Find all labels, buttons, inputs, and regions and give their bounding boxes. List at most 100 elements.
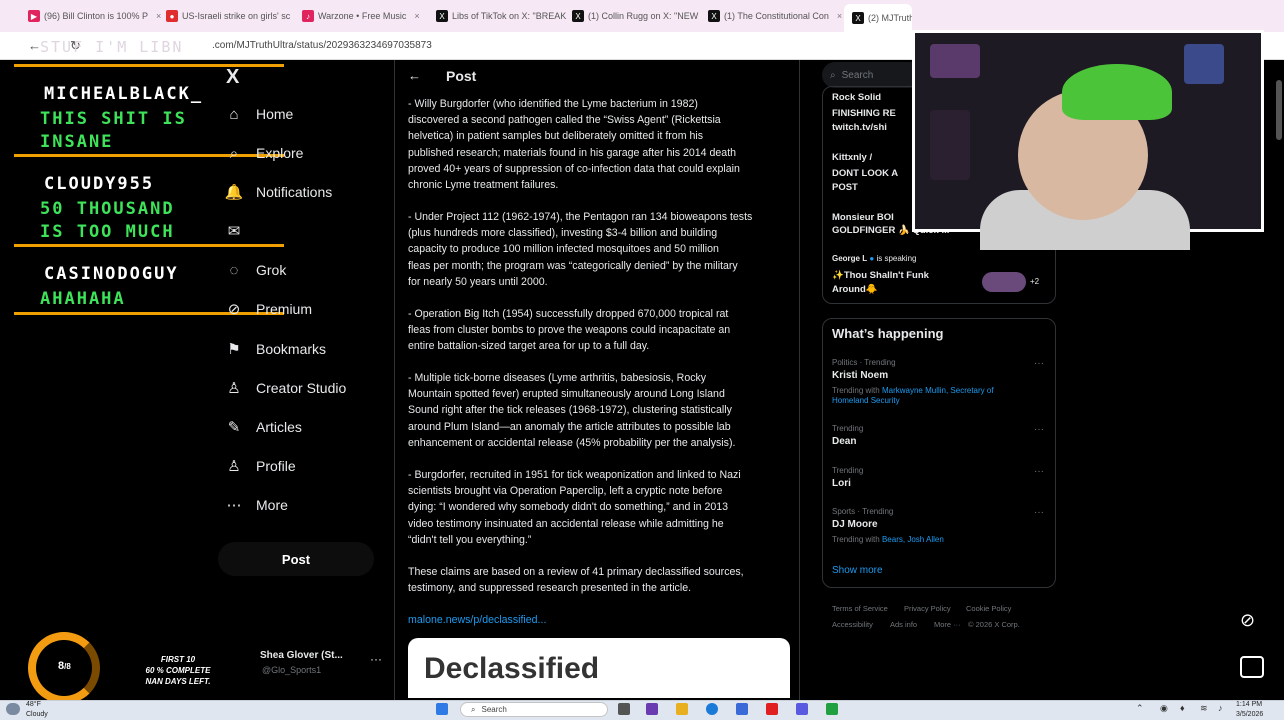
post-line: testimony, and suppressed research prese… [408, 582, 692, 595]
footer-copyright: © 2026 X Corp. [968, 620, 1020, 629]
chat-username: CLOUDY955 [44, 174, 155, 194]
browser-tab[interactable]: ▶ (96) Bill Clinton is 100% P × [28, 6, 168, 26]
account-more-icon[interactable]: ··· [370, 652, 382, 666]
post-line: “didn't tell you everything.” [408, 533, 532, 546]
nav-item[interactable]: ◌ Grok [226, 261, 287, 279]
file-explorer-icon[interactable] [676, 703, 688, 715]
webcam-background-chair [930, 110, 970, 180]
windows-start-icon[interactable] [436, 703, 448, 715]
browser-tab-active[interactable]: X (2) MJTruth [844, 4, 912, 32]
task-view-icon[interactable] [618, 703, 630, 715]
article-link[interactable]: malone.news/p/declassified... [408, 614, 546, 626]
tray-chevron-icon[interactable]: ⌃ [1136, 703, 1144, 714]
browser-tab[interactable]: X (1) Collin Rugg on X: "NEW× [572, 6, 706, 26]
trend-more-icon[interactable]: ··· [1034, 466, 1044, 477]
nav-item[interactable]: ⊘ Premium [226, 301, 312, 318]
trend-name[interactable]: DJ Moore [832, 519, 878, 530]
network-icon[interactable]: ◉ [1160, 703, 1168, 714]
post-paragraph: - Operation Big Itch (1954) successfully… [408, 306, 792, 355]
nav-item[interactable]: ♙ Profile [226, 458, 296, 475]
post-line: - Willy Burgdorfer (who identified the L… [408, 98, 698, 110]
nav-item[interactable]: ⚑ Bookmarks [226, 341, 326, 358]
browser-tab[interactable]: ● US-Israeli strike on girls' sc× [166, 6, 296, 26]
footer-link[interactable]: Privacy Policy [904, 604, 951, 613]
browser-tab[interactable]: X Libs of TikTok on X: "BREAK× [436, 6, 570, 26]
app-icon[interactable] [826, 703, 838, 715]
space-title[interactable]: twitch.tv/shi [832, 122, 887, 133]
post-line: around Plum Island—an anomaly the articl… [408, 420, 731, 433]
close-tab-icon[interactable]: × [837, 11, 842, 21]
account-name[interactable]: Shea Glover (St... [260, 650, 343, 661]
weather-temp[interactable]: 48°F [26, 701, 41, 708]
post-button[interactable]: Post [218, 542, 374, 576]
post-line: fleas per month; the program was “catego… [408, 259, 738, 272]
chat-message: THIS SHIT IS [40, 109, 187, 129]
x-logo-icon: X [436, 10, 448, 22]
nav-item[interactable]: ⋯ More [226, 497, 288, 514]
app-icon[interactable] [766, 703, 778, 715]
footer-link[interactable]: Accessibility [832, 620, 873, 629]
weather-icon [6, 703, 20, 715]
nav-item[interactable]: ♙ Creator Studio [226, 380, 346, 397]
app-icon[interactable] [796, 703, 808, 715]
tab-favicon-icon: ● [166, 10, 178, 22]
messages-icon[interactable] [1240, 656, 1264, 678]
nav-item[interactable]: ⌂ Home [226, 105, 293, 123]
nav-item[interactable]: 🔔 Notifications [225, 184, 333, 201]
trend-more-icon[interactable]: ··· [1034, 507, 1044, 518]
nav-item[interactable]: ⌕ Explore [226, 144, 304, 162]
store-icon[interactable] [736, 703, 748, 715]
home-icon: ⌂ [229, 105, 239, 123]
nav-item[interactable]: ✎ Articles [226, 419, 302, 436]
mic-icon[interactable]: ♦ [1180, 703, 1185, 713]
weather-condition[interactable]: Cloudy [26, 711, 48, 718]
scrollbar[interactable] [1276, 80, 1282, 140]
trend-more-icon[interactable]: ··· [1034, 424, 1044, 435]
x-logo-icon[interactable]: X [226, 66, 239, 89]
wifi-icon[interactable]: ≋ [1200, 703, 1208, 714]
trend-name[interactable]: Lori [832, 478, 851, 489]
show-more-link[interactable]: Show more [832, 565, 883, 576]
footer-link[interactable]: Terms of Service [832, 604, 888, 613]
santa-hat [1062, 64, 1172, 120]
space-title[interactable]: POST [832, 182, 858, 193]
goal-text: FIRST 10 60 % COMPLETE NAN DAYS LEFT. [128, 654, 228, 687]
app-icon[interactable] [646, 703, 658, 715]
search-icon: ⌕ [229, 144, 239, 162]
search-input[interactable]: ⌕ Search [822, 62, 922, 88]
grok-icon: ◌ [229, 261, 239, 279]
chat-message: INSANE [40, 132, 114, 152]
nav-item-label: Articles [256, 419, 302, 435]
footer-link[interactable]: More ··· [934, 620, 961, 629]
space-title[interactable]: ✨Thou Shalln't Funk [832, 270, 929, 281]
browser-tab[interactable]: X (1) The Constitutional Con × [708, 6, 842, 26]
taskbar-search[interactable]: ⌕ Search [460, 702, 608, 717]
nav-item[interactable]: ✉ [226, 223, 256, 240]
space-title[interactable]: FINISHING RE [832, 108, 896, 119]
post-line: - Burgdorfer, recruited in 1951 for tick… [408, 469, 741, 481]
close-tab-icon[interactable]: × [156, 11, 161, 21]
close-tab-icon[interactable]: × [414, 11, 419, 21]
taskbar [0, 700, 1284, 720]
clock-time[interactable]: 1:14 PM [1236, 701, 1262, 708]
edge-icon[interactable] [706, 703, 718, 715]
trend-more-icon[interactable]: ··· [1034, 358, 1044, 369]
space-title[interactable]: Around🐥 [832, 284, 878, 295]
volume-icon[interactable]: ♪ [1218, 703, 1223, 713]
post-line: Mountain spotted fever) erupted simultan… [408, 388, 725, 401]
footer-link[interactable]: Ads info [890, 620, 917, 629]
trend-name[interactable]: Kristi Noem [832, 370, 888, 381]
back-arrow-icon[interactable]: ← [408, 68, 421, 83]
url-text[interactable]: .com/MJTruthUltra/status/202936323469703… [212, 40, 432, 51]
space-title[interactable]: Monsieur BOI [832, 212, 894, 223]
trend-name[interactable]: Dean [832, 436, 856, 447]
browser-tab[interactable]: ♪ Warzone • Free Music × [302, 6, 432, 26]
post-line: - Operation Big Itch (1954) successfully… [408, 308, 729, 320]
space-title[interactable]: DONT LOOK A [832, 168, 898, 179]
no-signal-icon[interactable]: ⊘ [1240, 610, 1255, 631]
nav-item-label: Profile [256, 458, 296, 474]
chat-message: 50 THOUSAND [40, 199, 175, 219]
clock-date[interactable]: 3/5/2026 [1236, 711, 1263, 718]
footer-link[interactable]: Cookie Policy [966, 604, 1011, 613]
post-line: published research; materials found in h… [408, 146, 737, 159]
